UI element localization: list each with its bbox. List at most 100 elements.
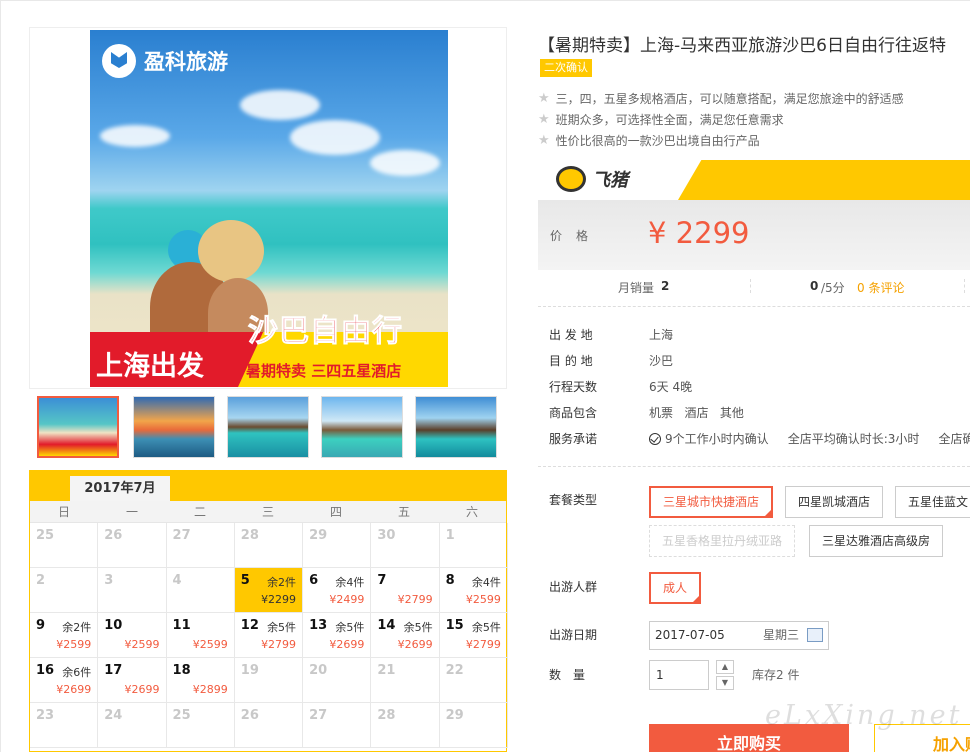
day-price: ¥2899 [192, 683, 228, 696]
package-option-four-star[interactable]: 四星凯城酒店 [785, 486, 884, 518]
day-price: ¥2799 [397, 593, 433, 606]
star-icon: ★ [538, 133, 550, 148]
calendar-day[interactable]: 18 ¥2899 [166, 658, 235, 703]
calendar-day: 21 [371, 658, 440, 703]
chevron-down-icon[interactable]: ▼ [716, 676, 734, 690]
day-number: 25 [172, 708, 191, 723]
calendar-weekdays: 日一二三四五六 [30, 501, 506, 523]
calendar-day: 26 [234, 703, 304, 748]
info-label: 商品包含 [549, 406, 598, 420]
info-value: 上海 [649, 328, 674, 342]
info-label: 行程天数 [549, 380, 598, 394]
fliggy-pig-icon [556, 166, 586, 192]
day-number: 3 [104, 573, 114, 588]
calendar-day[interactable]: 16 余6件 ¥2699 [30, 658, 99, 703]
weekday-label: 日 [57, 505, 70, 519]
calendar-month[interactable]: 2017年7月 [70, 476, 170, 501]
thumbnail-4[interactable] [321, 396, 403, 458]
calendar-day[interactable]: 11 ¥2599 [166, 613, 235, 658]
calendar-day: 30 [371, 523, 440, 568]
product-page: 盈科旅游 沙巴自由行 上海出发 暑期特卖 三四五星酒店 2017年7月 日一二三… [0, 0, 970, 752]
date-input[interactable]: 2017-07-05 星期三 [649, 621, 829, 650]
banner-depart: 上海出发 [96, 351, 204, 382]
day-number: 8 [445, 573, 455, 588]
quantity-input[interactable]: 1 [649, 660, 709, 690]
package-option-shangri-la[interactable]: 五星香格里拉丹绒亚路 [649, 525, 796, 557]
day-number: 11 [172, 618, 191, 633]
calendar-day: 28 [234, 523, 304, 568]
calendar-icon[interactable] [807, 628, 823, 642]
calendar-day[interactable]: 13 余5件 ¥2699 [303, 613, 372, 658]
thumbnail-2[interactable] [133, 396, 215, 458]
weekday-label: 四 [329, 505, 342, 519]
stats-bar: 月销量 2 0 /5分 0 条评论 [538, 276, 970, 298]
stock-left: 余4件 [335, 576, 365, 589]
day-number: 16 [36, 663, 55, 678]
weekday-label: 二 [193, 505, 206, 519]
calendar-day[interactable]: 17 ¥2699 [98, 658, 167, 703]
quantity-label: 数 量 [549, 668, 586, 682]
day-price: ¥2699 [124, 683, 160, 696]
banner-subtitle: 暑期特卖 三四五星酒店 [246, 362, 402, 380]
calendar-day: 2 [30, 568, 99, 613]
feature-item: ★ 性价比很高的一款沙巴出境自由行产品 [538, 132, 760, 149]
day-number: 10 [104, 618, 123, 633]
package-option-three-star[interactable]: 三星城市快捷酒店 [649, 486, 774, 518]
calendar-day[interactable]: 10 ¥2599 [98, 613, 167, 658]
divider [538, 306, 970, 307]
package-option-five-star[interactable]: 五星佳蓝文 [895, 486, 970, 518]
thumbnail-3[interactable] [227, 396, 309, 458]
calendar-day[interactable]: 12 余5件 ¥2799 [234, 613, 304, 658]
day-number: 29 [445, 708, 464, 723]
stock-left: 余2件 [62, 621, 92, 634]
calendar-day: 25 [30, 523, 99, 568]
main-image-box[interactable]: 盈科旅游 沙巴自由行 上海出发 暑期特卖 三四五星酒店 [29, 27, 507, 389]
day-number: 24 [104, 708, 123, 723]
day-number: 6 [309, 573, 319, 588]
day-number: 22 [445, 663, 464, 678]
day-number: 15 [445, 618, 464, 633]
calendar-day[interactable]: 5 余2件 ¥2299 [234, 568, 304, 613]
info-label: 出 发 地 [549, 328, 593, 342]
day-number: 25 [36, 528, 55, 543]
day-number: 23 [36, 708, 55, 723]
price-value: ¥ 2299 [648, 216, 750, 250]
day-price: ¥2699 [329, 638, 365, 651]
day-number: 27 [172, 528, 191, 543]
calendar-day[interactable]: 14 余5件 ¥2699 [371, 613, 440, 658]
day-number: 21 [377, 663, 396, 678]
calendar-day: 27 [166, 523, 235, 568]
stock-left: 余4件 [471, 576, 501, 589]
day-number: 7 [377, 573, 387, 588]
day-number: 9 [36, 618, 46, 633]
sales-label: 月销量 [618, 281, 655, 295]
thumbnail-1[interactable] [37, 396, 119, 458]
date-value: 2017-07-05 [655, 628, 725, 642]
chevron-up-icon[interactable]: ▲ [716, 660, 734, 674]
calendar-day[interactable]: 8 余4件 ¥2599 [439, 568, 508, 613]
calendar-day[interactable]: 15 余5件 ¥2799 [439, 613, 508, 658]
day-number: 28 [240, 528, 259, 543]
people-option-adult[interactable]: 成人 [649, 572, 702, 604]
day-number: 2 [36, 573, 46, 588]
package-option-daya[interactable]: 三星达雅酒店高级房 [809, 525, 944, 557]
calendar-day: 28 [371, 703, 440, 748]
calendar-day[interactable]: 9 余2件 ¥2599 [30, 613, 99, 658]
day-number: 30 [377, 528, 396, 543]
people-label: 出游人群 [549, 580, 598, 594]
calendar-day[interactable]: 7 ¥2799 [371, 568, 440, 613]
day-price: ¥2699 [56, 683, 92, 696]
calendar-day[interactable]: 6 余4件 ¥2499 [303, 568, 372, 613]
weekday-label: 六 [465, 505, 478, 519]
reviews-link[interactable]: 0 条评论 [857, 279, 904, 296]
star-icon: ★ [538, 91, 550, 106]
brand-logo: 盈科旅游 [102, 44, 228, 78]
day-number: 27 [309, 708, 328, 723]
thumbnail-5[interactable] [415, 396, 497, 458]
cloud [370, 150, 440, 176]
fliggy-logo-text: 飞猪 [592, 170, 628, 191]
watermark: eLxXing.net [765, 700, 963, 731]
feature-text: 三，四，五星多规格酒店，可以随意搭配，满足您旅途中的舒适感 [555, 92, 904, 106]
day-price: ¥2799 [261, 638, 297, 651]
cloud [240, 90, 320, 120]
